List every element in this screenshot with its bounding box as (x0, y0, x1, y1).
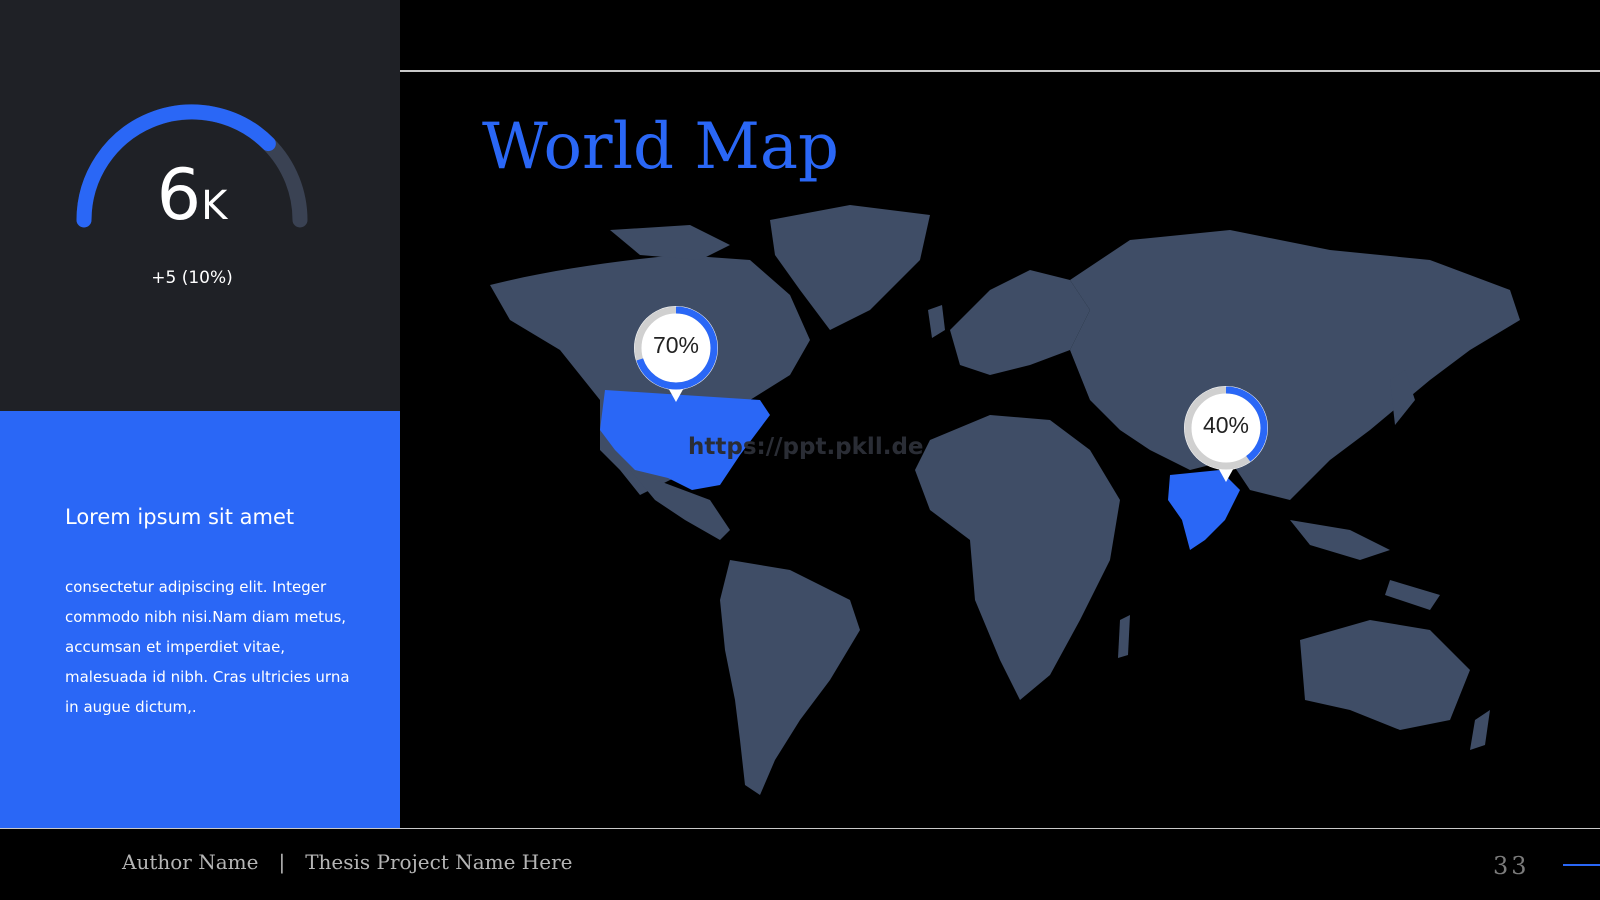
gauge-number: 6 (156, 154, 202, 236)
footer-project: Thesis Project Name Here (305, 850, 573, 874)
watermark-text: https://ppt.pkll.de (688, 434, 924, 460)
card-body: consectetur adipiscing elit. Integer com… (65, 578, 350, 716)
gauge-delta: +5 (10%) (151, 268, 233, 288)
gauge-value: 6K (0, 160, 384, 230)
footer-separator: | (278, 850, 286, 874)
australia-shape (1300, 620, 1470, 730)
gauge-unit: K (201, 183, 228, 229)
footer-author: Author Name (122, 850, 259, 874)
asia-shape (1070, 230, 1520, 500)
slide-title: World Map (482, 110, 839, 184)
accent-line (1563, 864, 1600, 866)
footer: Author Name | Thesis Project Name Here (122, 850, 572, 874)
world-map (490, 205, 1520, 795)
pin-india: 40% (1180, 382, 1272, 492)
pin-label: 40% (1202, 412, 1250, 438)
page-number: 33 (1493, 852, 1530, 880)
top-divider (400, 70, 1600, 72)
bottom-divider (0, 828, 1600, 829)
south-america-shape (720, 560, 860, 795)
card-title: Lorem ipsum sit amet (65, 505, 295, 529)
pin-label: 70% (652, 332, 700, 358)
pin-usa: 70% (630, 302, 722, 412)
africa-shape (915, 415, 1120, 700)
europe-shape (950, 270, 1090, 375)
